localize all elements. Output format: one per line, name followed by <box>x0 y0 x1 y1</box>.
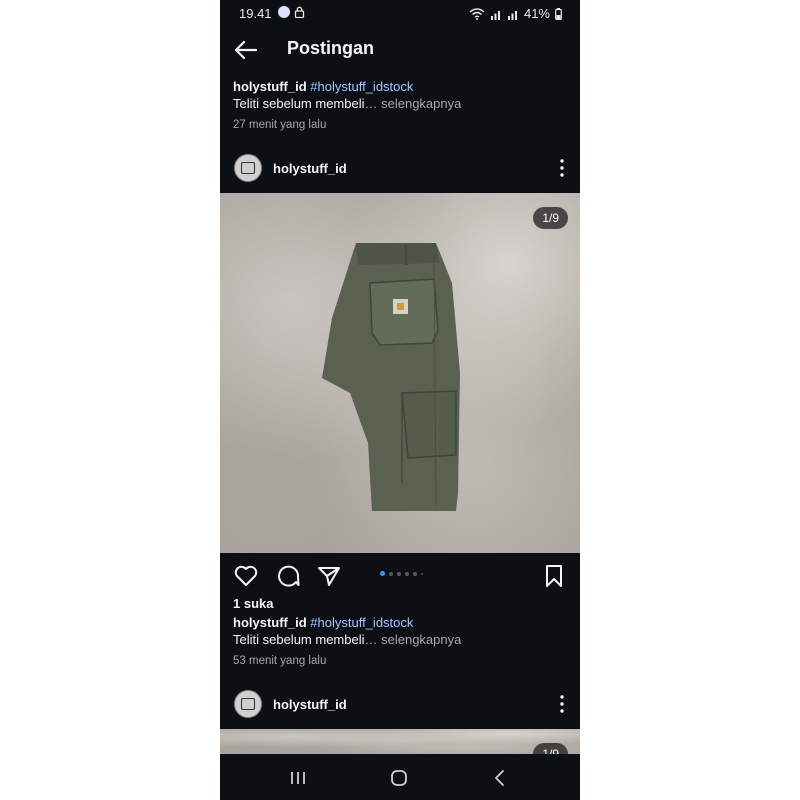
battery-percent: 41% <box>523 6 550 21</box>
caption-ellipsis: … <box>364 632 378 647</box>
caption-hashtag[interactable]: #holystuff_idstock <box>310 79 413 94</box>
post-username[interactable]: holystuff_id <box>273 161 347 176</box>
phone-screen: 19.41 41% Postingan holystuff_id #holyst… <box>220 0 580 800</box>
post-photo[interactable]: 1/9 <box>220 729 580 754</box>
caption-text: Teliti sebelum membeli <box>233 632 365 647</box>
avatar-logo-icon <box>241 162 255 174</box>
caption-more-link[interactable]: selengkapnya <box>381 96 461 111</box>
photo-background <box>220 729 580 754</box>
post-time: 53 menit yang lalu <box>233 655 327 667</box>
post-caption: holystuff_id #holystuff_idstock Teliti s… <box>233 614 563 670</box>
status-bar: 19.41 41% <box>220 0 580 28</box>
avatar[interactable] <box>234 154 262 182</box>
avatar[interactable] <box>234 690 262 718</box>
arrow-left-icon[interactable] <box>232 36 260 64</box>
post-header: holystuff_id <box>220 148 580 188</box>
carousel-counter: 1/9 <box>533 207 568 229</box>
status-left-icons <box>278 6 305 18</box>
signal-icon <box>490 10 500 20</box>
caption-more-link[interactable]: selengkapnya <box>381 632 461 647</box>
app-bar: Postingan <box>220 30 580 70</box>
page-title: Postingan <box>287 38 375 58</box>
post-actions <box>220 555 580 595</box>
caption-username[interactable]: holystuff_id <box>233 79 307 94</box>
battery-icon <box>555 7 562 20</box>
post-photo[interactable]: 1/9 <box>220 193 580 553</box>
caption-ellipsis: … <box>364 96 378 111</box>
status-right-icons: 41% <box>469 6 562 21</box>
recent-apps-icon[interactable] <box>286 766 310 790</box>
home-icon[interactable] <box>387 766 411 790</box>
like-count[interactable]: 1 suka <box>233 596 273 611</box>
carousel-dot <box>421 572 423 575</box>
system-nav-bar <box>220 754 580 800</box>
caption-hashtag[interactable]: #holystuff_idstock <box>310 615 413 630</box>
post-username[interactable]: holystuff_id <box>273 697 347 712</box>
pants-image <box>322 243 460 511</box>
carousel-counter: 1/9 <box>533 743 568 754</box>
post-header: holystuff_id <box>220 684 580 724</box>
bookmark-icon[interactable] <box>541 563 567 589</box>
more-options-icon[interactable] <box>558 158 566 178</box>
wifi-icon <box>469 7 485 20</box>
avatar-logo-icon <box>241 698 255 710</box>
top-caption: holystuff_id #holystuff_idstock Teliti s… <box>233 78 563 134</box>
more-options-icon[interactable] <box>558 694 566 714</box>
status-time: 19.41 <box>239 6 272 21</box>
share-icon[interactable] <box>316 563 342 589</box>
back-icon[interactable] <box>488 766 512 790</box>
carousel-dot <box>397 571 401 576</box>
caption-username[interactable]: holystuff_id <box>233 615 307 630</box>
carousel-dot <box>380 571 385 576</box>
notification-app-icon <box>278 6 290 18</box>
carousel-dot <box>413 571 417 576</box>
carousel-indicator <box>380 571 423 576</box>
caption-text: Teliti sebelum membeli <box>233 96 365 111</box>
carousel-dot <box>389 571 393 576</box>
caption-time: 27 menit yang lalu <box>233 119 327 131</box>
signal-icon <box>507 10 517 20</box>
lock-icon <box>294 6 305 18</box>
comment-icon[interactable] <box>275 563 301 589</box>
heart-icon[interactable] <box>233 563 259 589</box>
carousel-dot <box>405 571 409 576</box>
